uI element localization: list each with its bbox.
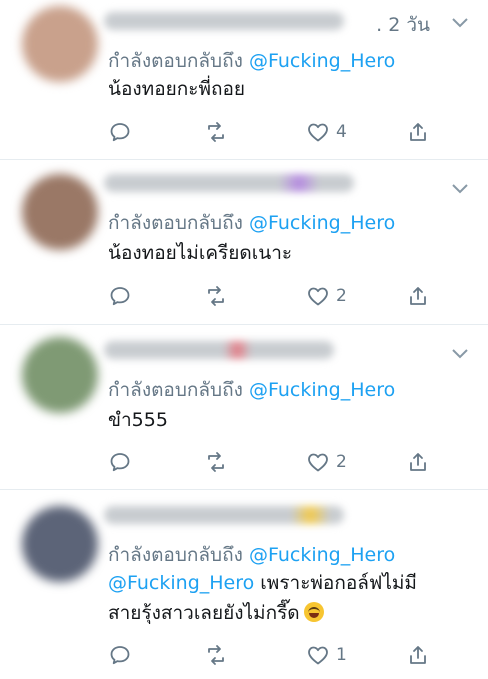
share-button[interactable] [406,642,430,668]
reply-tweet-3[interactable]: กำลังตอบกลับถึง @Fucking_Hero ขำ555 2 [0,325,488,490]
avatar[interactable] [22,174,98,250]
reply-tweet-2[interactable]: กำลังตอบกลับถึง @Fucking_Hero น้องทอยไม่… [0,160,488,325]
tweet-time: . 2 วัน [376,14,430,36]
replying-to-label: กำลังตอบกลับถึง [108,212,243,234]
like-button[interactable]: 2 [306,283,347,309]
tweet-actions: 1 [108,642,448,668]
retweet-icon [208,645,224,665]
like-button[interactable]: 1 [306,642,347,668]
like-count: 4 [336,122,347,142]
tweet-actions: 2 [108,283,448,309]
reply-button[interactable] [108,119,132,145]
replying-to-label: กำลังตอบกลับถึง [108,544,243,566]
retweet-icon [208,122,224,142]
user-name-blurred[interactable] [104,12,344,30]
like-count: 1 [336,645,347,665]
reply-tweet-4[interactable]: กำลังตอบกลับถึง @Fucking_Hero @Fucking_H… [0,490,488,679]
grinning-squinting-face-icon [303,602,324,622]
replying-to: กำลังตอบกลับถึง @Fucking_Hero [108,540,395,570]
tweet-text: ขำ555 [108,405,468,435]
tweet-actions: 2 [108,449,448,475]
replying-to: กำลังตอบกลับถึง @Fucking_Hero [108,46,395,76]
tweet-text: น้องทอยไม่เครียดเนาะ [108,238,468,268]
retweet-button[interactable] [204,449,228,475]
heart-icon [308,123,328,142]
replying-to-mention[interactable]: @Fucking_Hero [249,212,395,234]
reply-icon [110,123,130,142]
share-icon [410,287,426,305]
like-count: 2 [336,452,347,472]
reply-icon [110,646,130,665]
tweet-text-mention[interactable]: @Fucking_Hero [108,572,254,594]
share-button[interactable] [406,449,430,475]
reply-icon [110,453,130,472]
tweet-text-content: น้องทอยไม่เครียดเนาะ [108,242,293,264]
user-name-blurred[interactable] [104,174,354,192]
retweet-icon [208,452,224,472]
heart-icon [308,453,328,472]
reply-button[interactable] [108,449,132,475]
retweet-icon [208,286,224,306]
tweet-text: @Fucking_Hero เพราะพ่อกอล์ฟไม่มีสายรุ้งส… [108,568,444,628]
reply-icon [110,287,130,306]
tweet-text: น้องทอยกะพี่ถอย [108,74,468,104]
share-icon [410,453,426,471]
share-button[interactable] [406,283,430,309]
reply-tweet-1[interactable]: . 2 วัน กำลังตอบกลับถึง @Fucking_Hero น้… [0,0,488,160]
heart-icon [308,287,328,306]
replying-to-label: กำลังตอบกลับถึง [108,50,243,72]
avatar[interactable] [22,337,98,413]
like-button[interactable]: 2 [306,449,347,475]
like-button[interactable]: 4 [306,119,347,145]
reply-button[interactable] [108,642,132,668]
user-name-blurred[interactable] [104,506,344,524]
chevron-down-icon[interactable] [450,16,470,30]
chevron-down-icon[interactable] [450,182,470,196]
retweet-button[interactable] [204,119,228,145]
tweet-actions: 4 [108,119,448,145]
replying-to-mention[interactable]: @Fucking_Hero [249,544,395,566]
replying-to-mention[interactable]: @Fucking_Hero [249,50,395,72]
share-button[interactable] [406,119,430,145]
chevron-down-icon[interactable] [450,347,470,361]
user-name-blurred[interactable] [104,341,334,359]
heart-icon [308,646,328,665]
retweet-button[interactable] [204,642,228,668]
like-count: 2 [336,286,347,306]
replying-to-label: กำลังตอบกลับถึง [108,379,243,401]
replying-to: กำลังตอบกลับถึง @Fucking_Hero [108,375,395,405]
reply-button[interactable] [108,283,132,309]
replying-to-mention[interactable]: @Fucking_Hero [249,379,395,401]
avatar[interactable] [22,6,98,82]
avatar[interactable] [22,506,98,582]
retweet-button[interactable] [204,283,228,309]
tweet-text-content: ขำ555 [108,409,168,431]
share-icon [410,646,426,664]
replying-to: กำลังตอบกลับถึง @Fucking_Hero [108,208,395,238]
tweet-text-content: น้องทอยกะพี่ถอย [108,78,246,100]
share-icon [410,123,426,141]
